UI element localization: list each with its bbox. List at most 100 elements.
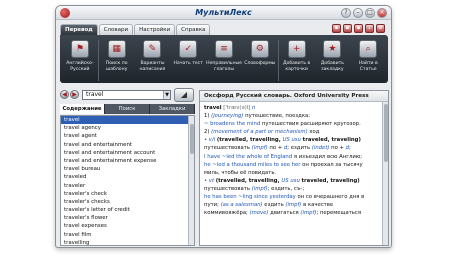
list-item[interactable]: traveler's checks: [61, 198, 194, 206]
forward-arrow-icon[interactable]: ▶: [70, 90, 79, 99]
quick-actions: ▪ ▪ ▪ ♪ ⚙: [332, 24, 385, 33]
toolbar-button[interactable]: ▦ Поиск по шаблону: [99, 38, 135, 83]
article-text: он со вчерашнего дня в: [297, 194, 365, 201]
article-text: ездить: [262, 202, 286, 209]
toolbar-button[interactable]: ⚑ Английско- Русский: [62, 38, 98, 83]
scroll-thumb[interactable]: [190, 124, 194, 154]
article-text: (impf): [300, 210, 317, 217]
tab-help[interactable]: Справка: [176, 24, 211, 35]
toolbar-button[interactable]: ⚙ Словоформы: [242, 38, 278, 83]
toolbar-button[interactable]: + Добавить в карточки: [279, 38, 315, 83]
settings-icon[interactable]: ⚙: [376, 24, 385, 33]
list-item[interactable]: travel: [61, 116, 194, 125]
tab-contents[interactable]: Содержание: [60, 104, 105, 114]
article-text: двигаться: [268, 210, 301, 217]
toolbar-button-label: Начать тест: [173, 61, 203, 66]
list-item[interactable]: travel agency: [61, 124, 194, 132]
list-item[interactable]: traveler's flower: [61, 214, 194, 222]
flag-icon: ⚑: [70, 40, 89, 58]
article-text: миль, чтобы её повидать.: [204, 169, 277, 176]
search-input[interactable]: travel ▼: [82, 90, 171, 100]
list-item[interactable]: traveler's letter of credit: [61, 206, 194, 214]
article-line: путешествовать (impf) по + d; ездить (in…: [204, 144, 379, 152]
article-text: путешествия расширяют кругозор.: [261, 121, 361, 128]
article-text: коммивояжёра;: [204, 210, 250, 217]
tab-bookmarks[interactable]: Закладки: [150, 104, 195, 114]
article-text: ['træv(ə)l]: [221, 105, 253, 111]
article-text: ; ездить, съ-;: [267, 185, 305, 192]
toolbar-button[interactable]: ✓ Начать тест: [170, 38, 206, 83]
toolbar-button-label: Добавить закладку: [320, 61, 344, 72]
list-item[interactable]: traveled: [61, 173, 194, 181]
article-line: I have ~led the whole of England я изъез…: [204, 153, 379, 161]
article-text: (impf): [285, 202, 302, 209]
article-text: traveled, traveling): [302, 137, 361, 144]
pattern-search-icon: ▦: [107, 40, 126, 58]
article-text: пути;: [204, 202, 221, 209]
toolbar-button[interactable]: ★ Добавить закладку: [315, 38, 351, 83]
article-text: (impf): [251, 185, 268, 192]
menu-tabs: Перевод Словари Настройки Справка: [60, 24, 211, 35]
toolbar-button-label: Словоформы: [244, 61, 276, 66]
help-button[interactable]: ?: [341, 8, 351, 18]
article-text: ход: [307, 129, 320, 136]
article-scrollbar[interactable]: [382, 102, 388, 245]
paste-icon[interactable]: ▪: [343, 24, 352, 33]
word-list: travel travel agency travel agent travel an…: [60, 115, 195, 246]
article-text: n: [252, 105, 256, 111]
article-text: (travelled, travelling,: [215, 177, 282, 184]
list-item[interactable]: travel expenses: [61, 222, 194, 230]
toolbar-button[interactable]: ≡ Неправильные глаголы: [206, 38, 242, 83]
article-text: • vt: [204, 177, 216, 184]
article-line: travel ['træv(ə)l] n: [204, 104, 379, 112]
chevron-down-icon[interactable]: ▼: [163, 91, 170, 99]
list-item[interactable]: travel bureau: [61, 165, 194, 173]
bookmark-icon: ★: [323, 40, 342, 58]
list-item[interactable]: travel and entertainment account: [61, 149, 194, 157]
article-line: 2) (movement of a part or mechanism) ход: [204, 128, 379, 136]
list-item[interactable]: traveler: [61, 182, 194, 190]
article-line: he ~led a thousand miles to see her он п…: [204, 161, 379, 169]
article-body: travel ['træv(ə)l] n 1) (journeying) путе…: [200, 102, 388, 219]
test-icon: ✓: [179, 40, 198, 58]
article-text: ;: [349, 145, 351, 152]
article-text: по +: [329, 145, 346, 152]
list-item[interactable]: travel and entertainment expense: [61, 157, 194, 165]
copy-icon[interactable]: ▪: [332, 24, 341, 33]
word-list-scrollbar[interactable]: [188, 116, 194, 245]
left-pane-tabs: Содержание Поиск Закладки: [60, 104, 195, 114]
close-button[interactable]: ×: [377, 8, 387, 18]
toolbar-ribbon: ⚑ Английско- Русский ▦ Поиск по шаблону ✎ Вар…: [60, 35, 388, 83]
verbs-icon: ≡: [215, 40, 234, 58]
list-item[interactable]: traveler's check: [61, 190, 194, 198]
translate-button[interactable]: ◢: [174, 88, 194, 102]
article-text: (movement of a part or mechanism): [211, 129, 308, 136]
title-bar: МультиЛекс ? – □ ×: [56, 6, 391, 20]
tab-translate[interactable]: Перевод: [60, 24, 98, 35]
tab-settings[interactable]: Настройки: [134, 24, 176, 35]
print-icon[interactable]: ▪: [354, 24, 363, 33]
scroll-thumb[interactable]: [384, 104, 388, 162]
article-text: путешествие, поездка;: [243, 113, 311, 120]
add-card-icon: +: [287, 40, 306, 58]
minimize-button[interactable]: –: [353, 8, 363, 18]
list-item[interactable]: travel and entertainment: [61, 141, 194, 149]
article-pane: Оксфорд Русский словарь. Oxford Universi…: [199, 90, 389, 246]
article-line: пути; (as a salesman) ездить (impf) в ка…: [204, 201, 379, 209]
app-window: МультиЛекс ? – □ × Перевод Словари Настр…: [55, 5, 392, 248]
back-arrow-icon[interactable]: ◀: [60, 90, 69, 99]
tab-search[interactable]: Поиск: [105, 104, 150, 114]
toolbar-button[interactable]: ✎ Варианты написания: [135, 38, 171, 83]
search-value: travel: [86, 91, 104, 98]
list-item[interactable]: travel film: [61, 231, 194, 239]
article-text: US usu: [281, 177, 302, 184]
spelling-icon: ✎: [143, 40, 162, 58]
wordforms-icon: ⚙: [250, 40, 269, 58]
article-text: ~ broadens the mind: [204, 121, 262, 128]
maximize-button[interactable]: □: [365, 8, 375, 18]
sound-icon[interactable]: ♪: [365, 24, 374, 33]
list-item[interactable]: travelling: [61, 239, 194, 245]
tab-dictionaries[interactable]: Словари: [98, 24, 134, 35]
toolbar-button[interactable]: ⌕ Найти в Статье: [350, 38, 386, 83]
list-item[interactable]: travel agent: [61, 132, 194, 140]
